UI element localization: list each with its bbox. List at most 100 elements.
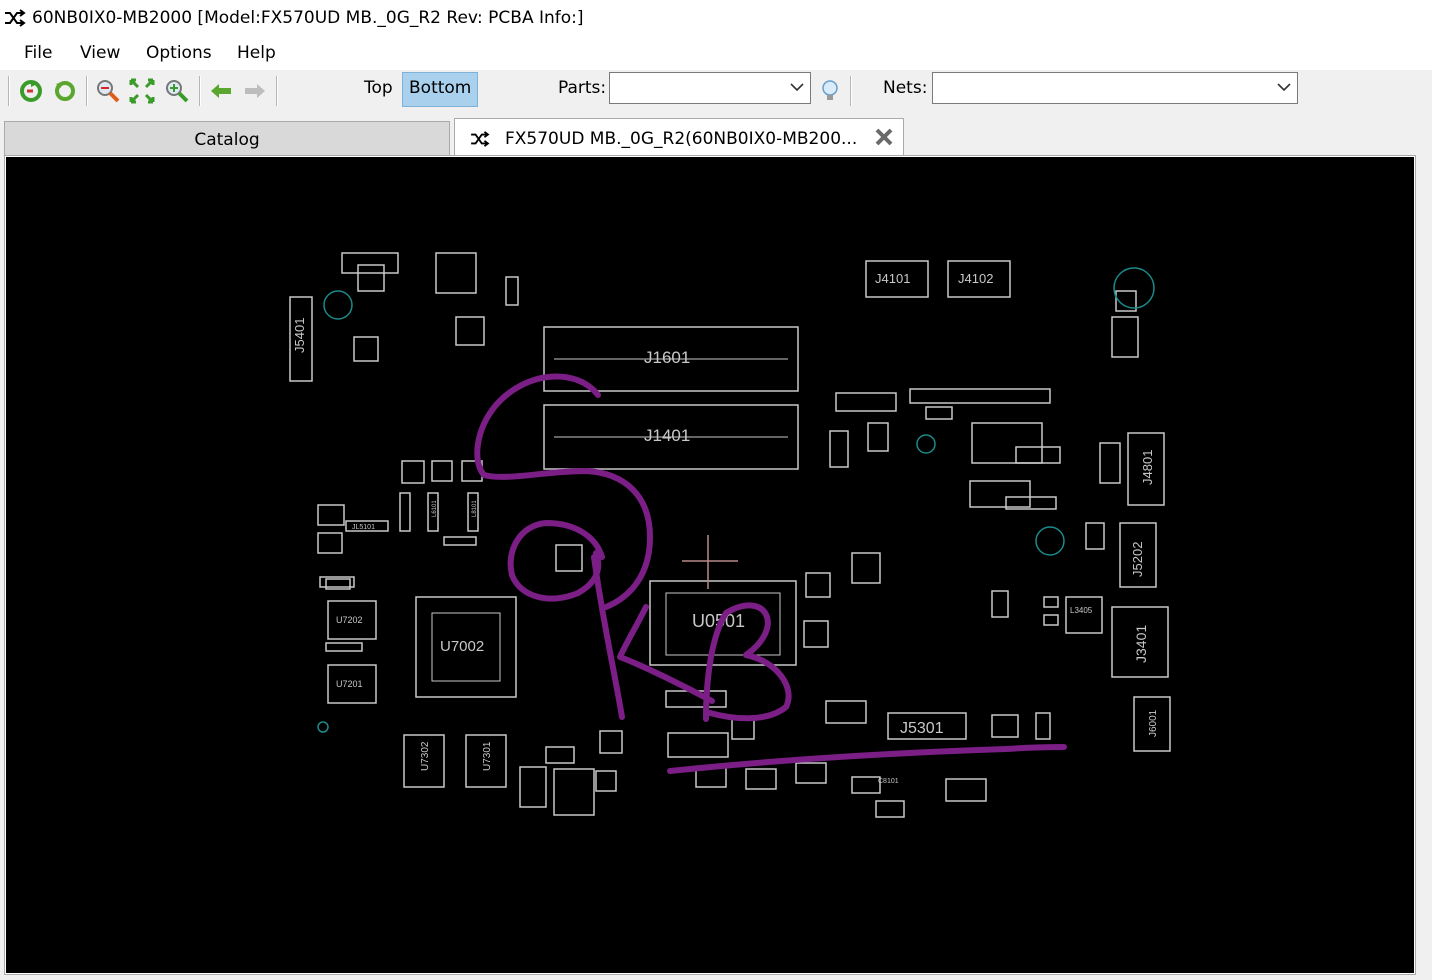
chip-outline: [1111, 316, 1139, 358]
designator-c8101: C8101: [878, 778, 899, 785]
parts-combobox[interactable]: [609, 72, 811, 104]
menu-file[interactable]: File: [24, 43, 52, 63]
chevron-down-icon: [1277, 83, 1291, 92]
designator-j4101: J4101: [875, 271, 910, 286]
resistor-outline: [1043, 614, 1059, 626]
resistor-outline: [505, 276, 519, 306]
toolbar-separator: [199, 76, 200, 106]
chip-outline: [945, 778, 987, 802]
chip-outline: [825, 700, 867, 724]
title-bar: 60NB0IX0-MB2000 [Model:FX570UD MB._0G_R2…: [0, 0, 1432, 36]
bottom-side-button[interactable]: Bottom: [402, 72, 479, 107]
mounting-hole: [323, 290, 353, 320]
menu-bar: File View Options Help: [0, 36, 1432, 70]
tab-catalog[interactable]: Catalog: [4, 121, 450, 155]
close-icon[interactable]: [873, 126, 895, 148]
chip-outline: [431, 460, 453, 482]
chip-outline: [401, 460, 425, 484]
designator-j5202: J5202: [1130, 542, 1145, 577]
zoom-out-icon[interactable]: [95, 78, 121, 104]
chip-outline: [555, 544, 583, 572]
chip-outline: [353, 336, 379, 362]
resistor-outline: [399, 492, 411, 532]
chip-outline: [435, 252, 477, 294]
parts-label: Parts:: [558, 78, 607, 98]
zoom-in-icon[interactable]: [164, 78, 190, 104]
freehand-annotation: [474, 373, 1067, 774]
designator-u7301: U7301: [482, 741, 493, 771]
mounting-hole: [916, 434, 936, 454]
chip-outline: [835, 392, 897, 412]
rotate-icon[interactable]: [52, 78, 78, 104]
connector-outline: [909, 388, 1051, 404]
tab-board-label: FX570UD MB._0G_R2(60NB0IX0-MB200...: [505, 129, 858, 149]
resistor-outline: [1043, 596, 1059, 608]
toolbar: Top Bottom Parts: Nets:: [0, 70, 1432, 116]
designator-jl5101: JL5101: [352, 524, 375, 531]
chip-outline: [455, 316, 485, 346]
toolbar-separator: [850, 76, 851, 106]
chip-outline: [745, 768, 777, 790]
designator-l8101: L8101: [472, 500, 478, 517]
designator-j6001: J6001: [1148, 709, 1159, 737]
window-title: 60NB0IX0-MB2000 [Model:FX570UD MB._0G_R2…: [32, 8, 584, 28]
tab-board-view[interactable]: FX570UD MB._0G_R2(60NB0IX0-MB200...: [454, 118, 904, 156]
nets-combobox[interactable]: [932, 72, 1298, 104]
fit-icon[interactable]: [129, 78, 155, 104]
chip-outline: [667, 732, 729, 758]
chip-outline: [829, 430, 849, 468]
designator-u7302: U7302: [420, 741, 431, 771]
designator-j4801: J4801: [1140, 450, 1155, 485]
menu-options[interactable]: Options: [146, 43, 212, 63]
chip-outline: [545, 746, 575, 764]
chip-outline: [599, 730, 623, 754]
shuffle-icon: [5, 9, 26, 27]
toolbar-separator: [276, 76, 277, 106]
chip-outline: [357, 264, 385, 292]
menu-view[interactable]: View: [80, 43, 120, 63]
resistor-outline: [443, 536, 477, 546]
chip-outline: [875, 800, 905, 818]
chip-outline: [803, 620, 829, 648]
arrow-left-icon[interactable]: [208, 78, 234, 104]
chip-outline: [969, 480, 1031, 508]
top-side-button[interactable]: Top: [358, 72, 399, 105]
shuffle-icon: [471, 131, 490, 147]
arrow-right-icon[interactable]: [242, 78, 268, 104]
toolbar-grip: [8, 76, 9, 106]
nets-label: Nets:: [883, 78, 928, 98]
chip-outline: [867, 422, 889, 452]
board-canvas[interactable]: J4101 J4102 J1601 J1401 U0501 J4801 J520…: [6, 157, 1414, 973]
chip-outline: [341, 252, 399, 274]
chip-outline: [795, 762, 827, 784]
refresh-icon[interactable]: [18, 78, 44, 104]
designator-j1601: J1601: [644, 348, 690, 367]
designator-u7201: U7201: [336, 679, 363, 689]
mounting-hole: [1113, 267, 1155, 309]
toolbar-separator: [86, 76, 87, 106]
resistor-outline: [925, 406, 953, 420]
designator-j5401: J5401: [292, 318, 307, 353]
tab-strip: Catalog FX570UD MB._0G_R2(60NB0IX0-MB200…: [0, 118, 1432, 156]
chip-outline: [317, 504, 345, 526]
designator-u7002: U7002: [440, 638, 484, 655]
lightbulb-icon[interactable]: [817, 78, 843, 104]
resistor-outline: [325, 642, 363, 652]
chip-outline: [851, 552, 881, 584]
chip-outline: [1035, 712, 1051, 740]
chip-outline: [317, 532, 343, 554]
inductor-outline: [1065, 596, 1103, 634]
designator-j5301: J5301: [900, 720, 944, 737]
board-drawing: J4101 J4102 J1601 J1401 U0501 J4801 J520…: [289, 252, 1171, 818]
mounting-hole: [1035, 526, 1065, 556]
chip-outline: [991, 590, 1009, 618]
chip-outline: [991, 714, 1019, 738]
chip-outline: [553, 768, 595, 816]
chevron-down-icon: [790, 83, 804, 92]
chip-outline: [595, 770, 617, 792]
designator-u7202: U7202: [336, 615, 363, 625]
mounting-hole: [317, 721, 329, 733]
menu-help[interactable]: Help: [237, 43, 276, 63]
designator-j4102: J4102: [958, 271, 993, 286]
designator-j1401: J1401: [644, 426, 690, 445]
